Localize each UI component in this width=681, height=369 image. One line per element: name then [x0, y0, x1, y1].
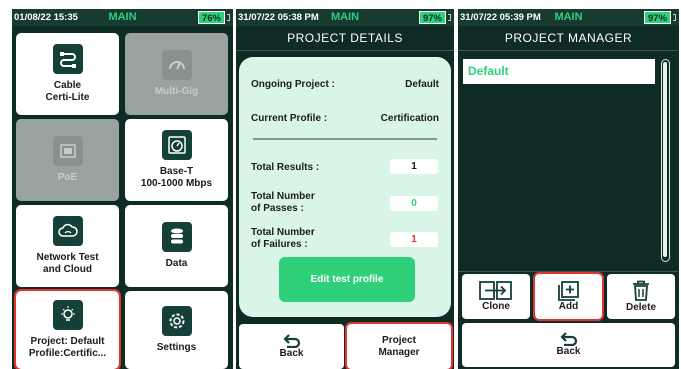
back-arrow-icon: [282, 333, 300, 348]
edit-test-profile-button[interactable]: Edit test profile: [279, 257, 415, 302]
clone-icon: [479, 280, 512, 300]
list-scrollbar[interactable]: [661, 59, 670, 262]
back-button[interactable]: Back: [462, 323, 675, 367]
manager-label-line1: Project: [382, 334, 416, 346]
ongoing-project-value: Default: [405, 79, 439, 90]
current-profile-label: Current Profile :: [251, 113, 328, 124]
tile-label: Profile:Certific...: [28, 348, 107, 359]
tile-label: Certi-Lite: [45, 92, 90, 103]
timer-icon: [161, 130, 192, 160]
tile-project[interactable]: Project: Default Profile:Certific...: [14, 289, 121, 369]
back-arrow-icon: [559, 332, 577, 346]
tile-network-test-cloud[interactable]: Network Test and Cloud: [16, 205, 119, 287]
project-details-screen: 31/07/22 05:38 PM MAIN 97% PROJECT DETAI…: [236, 9, 454, 369]
project-details-card: Ongoing Project : Default Current Profil…: [239, 57, 451, 317]
tile-multi-gig: Multi-Gig: [125, 33, 228, 115]
project-list-item[interactable]: Default: [463, 59, 655, 84]
tile-settings[interactable]: Settings: [125, 291, 228, 369]
add-label: Add: [558, 300, 579, 312]
manager-label-line2: Manager: [378, 346, 420, 358]
status-bar: 31/07/22 05:39 PM MAIN 97%: [458, 9, 679, 26]
battery-indicator: 97%: [643, 11, 671, 24]
passes-label: Total Number of Passes :: [251, 191, 315, 215]
lightbulb-icon: [52, 300, 83, 330]
cable-icon: [52, 44, 83, 74]
passes-label-line2: of Passes :: [251, 203, 304, 214]
passes-label-line1: Total Number: [251, 191, 315, 202]
details-divider: [253, 138, 437, 140]
total-results-value: 1: [390, 159, 438, 174]
back-button[interactable]: Back: [239, 324, 344, 369]
back-label: Back: [279, 347, 304, 359]
delete-label: Delete: [625, 301, 656, 313]
tile-label: Settings: [156, 342, 197, 353]
battery-icon: [673, 14, 676, 21]
battery-icon: [448, 14, 451, 21]
tile-base-t[interactable]: Base-T 100-1000 Mbps: [125, 119, 228, 201]
failures-label-line1: Total Number: [251, 227, 315, 238]
clone-button[interactable]: Clone: [462, 274, 530, 319]
page-title: PROJECT DETAILS: [287, 31, 403, 45]
tile-label: PoE: [57, 172, 78, 183]
tile-label: Cable: [53, 80, 82, 91]
battery-indicator: 97%: [418, 11, 446, 24]
total-results-label: Total Results :: [251, 162, 320, 173]
tile-label: Data: [165, 258, 188, 269]
status-bar: 31/07/22 05:38 PM MAIN 97%: [236, 9, 454, 26]
tile-label: Base-T: [159, 166, 194, 177]
tile-cable-certi-lite[interactable]: Cable Certi-Lite: [16, 33, 119, 115]
battery-indicator: 76%: [197, 11, 225, 24]
database-icon: [161, 222, 192, 252]
add-button[interactable]: Add: [533, 272, 604, 321]
scrollbar-thumb[interactable]: [663, 62, 667, 257]
failures-label: Total Number of Failures :: [251, 227, 315, 251]
battery-icon: [227, 14, 230, 21]
project-list: Default: [463, 56, 655, 267]
speedometer-icon: [161, 50, 192, 80]
back-label: Back: [556, 346, 581, 357]
tile-label: Multi-Gig: [154, 86, 199, 97]
tile-label: Network Test: [36, 252, 99, 263]
ongoing-project-label: Ongoing Project :: [251, 79, 335, 90]
title-divider: [458, 50, 679, 51]
tile-label: Project: Default: [30, 336, 105, 347]
main-screen: 01/08/22 15:35 MAIN 76% Cable Certi-Lite…: [12, 9, 233, 369]
page-title: PROJECT MANAGER: [504, 31, 633, 45]
delete-button[interactable]: Delete: [607, 274, 675, 319]
current-profile-value: Certification: [380, 113, 439, 124]
cloud-icon: [52, 216, 83, 246]
project-manager-button[interactable]: Project Manager: [345, 322, 453, 369]
tile-data[interactable]: Data: [125, 205, 228, 287]
clone-label: Clone: [482, 300, 510, 312]
project-manager-screen: 31/07/22 05:39 PM MAIN 97% PROJECT MANAG…: [458, 9, 679, 369]
failures-label-line2: of Failures :: [251, 239, 308, 250]
ethernet-port-icon: [52, 136, 83, 166]
tile-label: 100-1000 Mbps: [140, 178, 213, 189]
list-divider: [458, 271, 679, 272]
passes-value: 0: [390, 196, 438, 211]
failures-value: 1: [390, 232, 438, 247]
title-divider: [236, 50, 454, 51]
tile-label: and Cloud: [43, 264, 92, 275]
gear-icon: [161, 306, 192, 336]
tile-poe: PoE: [16, 119, 119, 201]
add-icon: [557, 280, 579, 301]
status-bar: 01/08/22 15:35 MAIN 76%: [12, 9, 233, 26]
trash-icon: [633, 280, 649, 301]
